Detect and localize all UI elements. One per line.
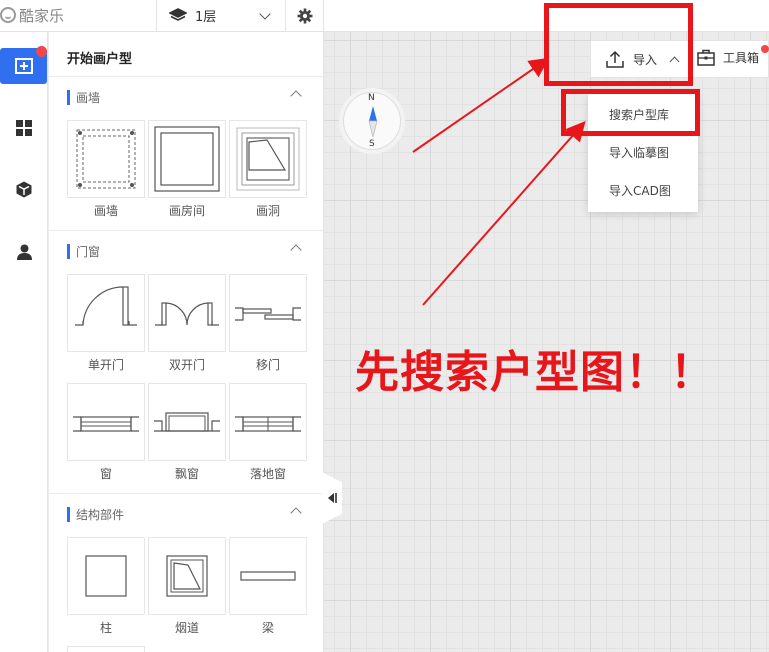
draw-wall-icon [76, 129, 136, 189]
section-title: 门窗 [76, 244, 101, 259]
tool-label: 画墙 [93, 204, 118, 218]
sliding-door-icon [235, 307, 301, 321]
draw-room-icon [154, 126, 220, 192]
brand-name: 酷家乐 [19, 6, 65, 25]
divider [49, 493, 323, 494]
section-title: 画墙 [76, 90, 101, 105]
section-accent-bar [67, 243, 70, 259]
tool-sliding-door[interactable] [229, 274, 307, 352]
tool-label: 柱 [99, 621, 112, 635]
tool-label: 窗 [99, 467, 112, 481]
notification-badge [36, 46, 47, 57]
window-icon [73, 416, 139, 432]
menu-item-import-cad[interactable]: 导入CAD图 [588, 172, 698, 210]
tool-label: 移门 [255, 358, 280, 372]
tool-draw-opening[interactable] [229, 120, 307, 198]
highlight-box-search [561, 89, 700, 136]
tool-label: 画房间 [168, 204, 205, 218]
divider [49, 76, 323, 77]
tool-french-window[interactable] [229, 383, 307, 461]
compass-south: S [369, 139, 375, 149]
tool-bay-window[interactable] [148, 383, 226, 461]
double-door-icon [155, 302, 219, 326]
floor-select[interactable]: 1层 [156, 0, 286, 31]
chevron-down-icon [259, 8, 271, 20]
tool-beam[interactable] [229, 537, 307, 615]
column-icon [85, 555, 127, 597]
french-window-icon [235, 416, 301, 432]
bay-window-icon [154, 412, 220, 432]
floor-select-value: 1层 [195, 10, 217, 25]
tool-flue[interactable] [148, 537, 226, 615]
tool-label: 双开门 [168, 358, 205, 372]
cube-icon [16, 181, 32, 197]
annotation-text: 先搜索户型图！！ [355, 347, 715, 398]
notification-badge [761, 45, 769, 53]
tool-window[interactable] [67, 383, 145, 461]
rail-user-button[interactable] [0, 234, 48, 270]
brand-smile-icon [0, 7, 16, 23]
rail-catalog-button[interactable] [0, 110, 48, 146]
tool-column[interactable] [67, 537, 145, 615]
tool-label: 画洞 [255, 204, 280, 218]
toolbox-label: 工具箱 [723, 51, 760, 65]
tool-label: 梁 [261, 621, 274, 635]
section-header-wall[interactable]: 画墙 [67, 89, 100, 105]
tool-label: 飘窗 [174, 467, 199, 481]
tool-label: 单开门 [87, 358, 124, 372]
draw-opening-icon [236, 127, 300, 191]
grid-icon [16, 120, 32, 136]
user-icon [16, 244, 32, 260]
beam-icon [240, 571, 296, 581]
settings-button[interactable] [287, 0, 324, 31]
single-door-icon [75, 286, 137, 326]
tool-tile-partial[interactable] [67, 646, 145, 652]
gear-icon [297, 8, 313, 23]
collapse-caret-icon[interactable] [290, 507, 302, 519]
tool-single-door[interactable] [67, 274, 145, 352]
section-accent-bar [67, 89, 70, 105]
collapse-left-icon [328, 493, 337, 503]
section-accent-bar [67, 506, 70, 522]
section-title: 结构部件 [76, 507, 125, 522]
tool-label: 烟道 [174, 621, 199, 635]
brand-logo[interactable]: 酷家乐 [0, 4, 64, 26]
highlight-box-import [544, 3, 693, 86]
section-header-doors-windows[interactable]: 门窗 [67, 243, 100, 259]
menu-item-import-tracing[interactable]: 导入临摹图 [588, 134, 698, 172]
left-icon-rail [0, 32, 48, 652]
tool-draw-wall[interactable] [67, 120, 145, 198]
toolbox-icon [697, 49, 715, 66]
collapse-caret-icon[interactable] [290, 244, 302, 256]
compass-north: N [368, 93, 375, 103]
layers-icon [169, 7, 187, 21]
toolbox-button[interactable]: 工具箱 [697, 49, 759, 66]
tool-label: 落地窗 [249, 467, 286, 481]
floorplan-icon [14, 58, 33, 74]
compass[interactable]: N S [343, 92, 401, 150]
section-header-structure[interactable]: 结构部件 [67, 506, 124, 522]
draw-floorplan-panel: 开始画户型 画墙 画墙 画房间 画洞 门窗 单开门 双开门 移门 窗 飘窗 落地… [49, 32, 324, 652]
rail-model-button[interactable] [0, 171, 48, 207]
tool-draw-room[interactable] [148, 120, 226, 198]
panel-title: 开始画户型 [67, 52, 133, 67]
tool-double-door[interactable] [148, 274, 226, 352]
collapse-caret-icon[interactable] [290, 90, 302, 102]
divider [49, 230, 323, 231]
flue-icon [166, 555, 208, 597]
